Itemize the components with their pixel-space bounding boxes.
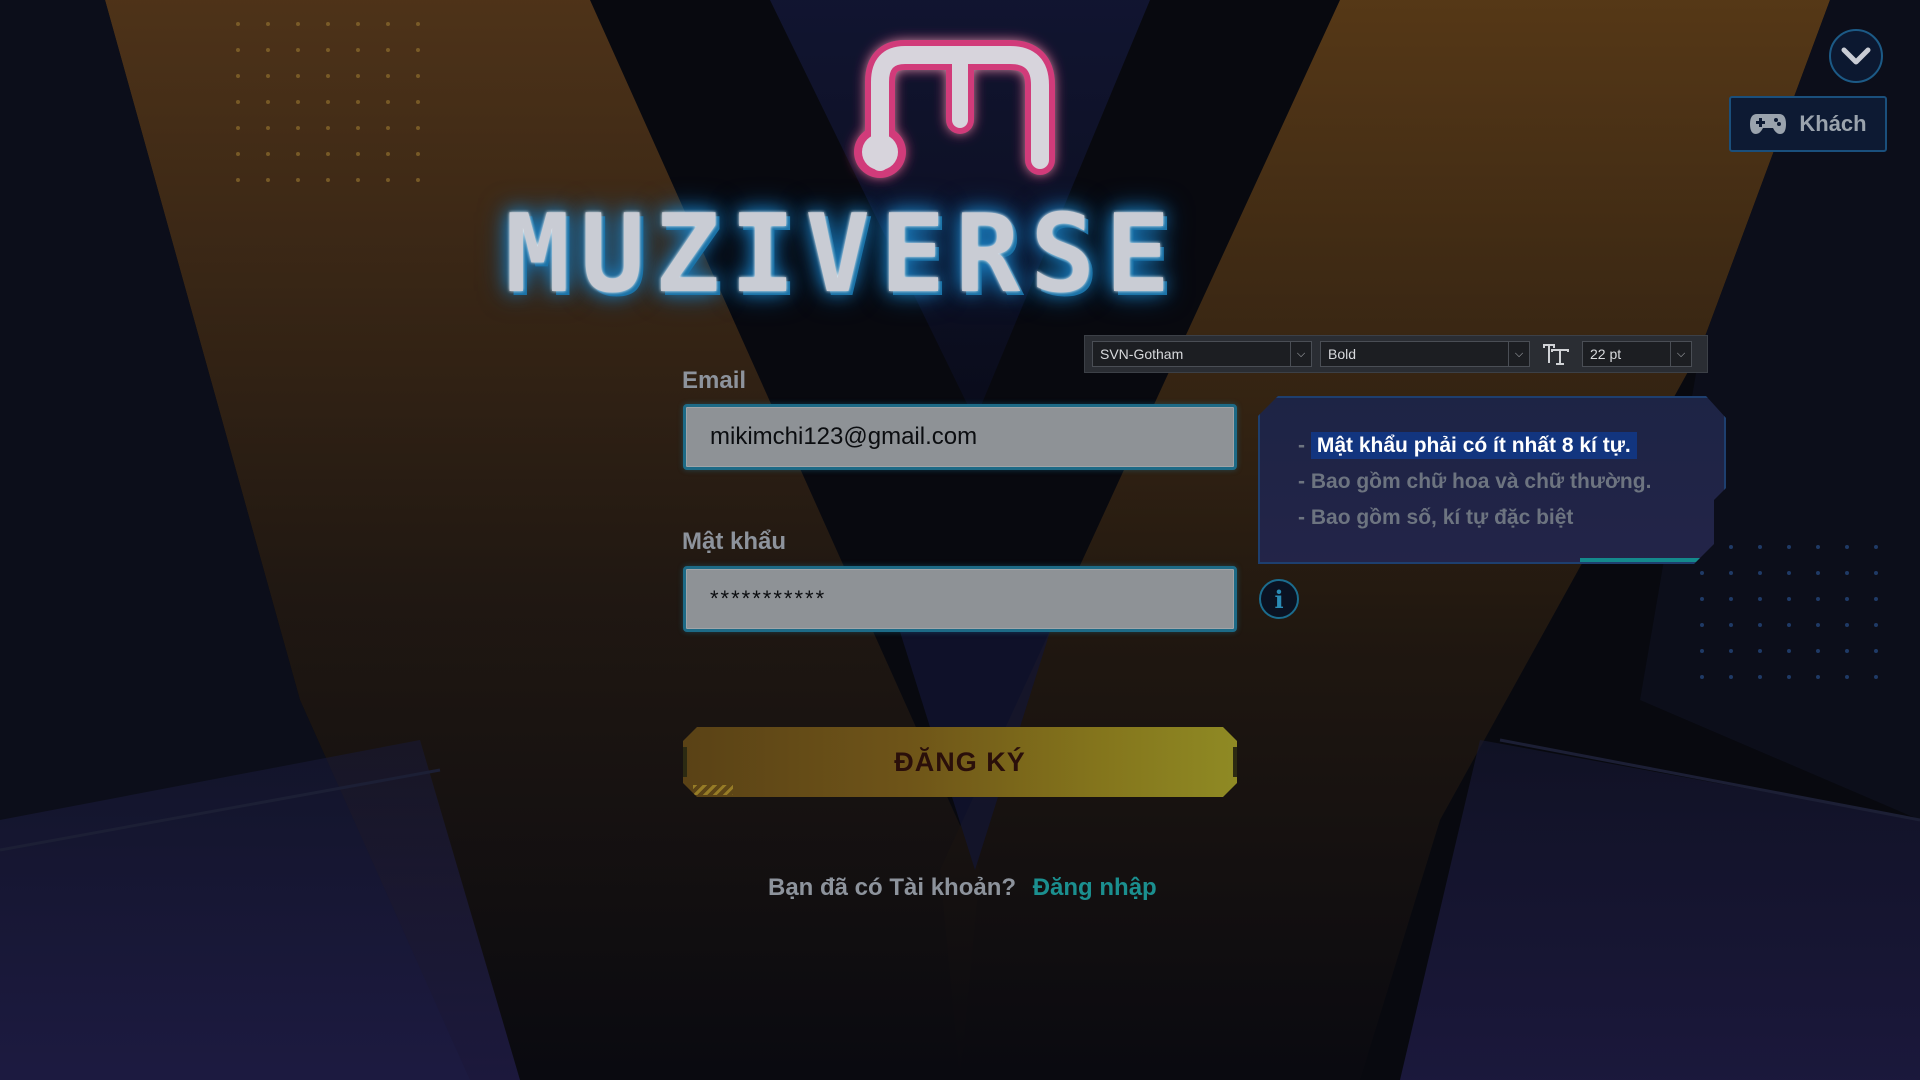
password-field[interactable]: *********** (683, 566, 1237, 632)
guest-label: Khách (1799, 111, 1867, 136)
chevron-down-icon: ⌵ (1290, 342, 1311, 366)
font-size-value: 22 pt (1590, 346, 1622, 362)
rule-bullet: - (1298, 434, 1305, 457)
text-size-icon (1538, 342, 1574, 366)
password-label: Mật khẩu (682, 528, 787, 555)
font-style-dropdown[interactable]: Bold ⌵ (1320, 341, 1530, 367)
text-size-glyph (1543, 344, 1569, 365)
rule-bullet: - (1298, 470, 1305, 493)
password-rule: - Bao gồm số, kí tự đặc biệt (1298, 500, 1651, 536)
email-label: Email (682, 367, 747, 394)
rule-text: Mật khẩu phải có ít nhất 8 kí tự. (1311, 432, 1637, 459)
font-style-value: Bold (1328, 346, 1357, 362)
password-hint-tooltip: - Mật khẩu phải có ít nhất 8 kí tự. - Ba… (1258, 396, 1726, 564)
login-prompt: Bạn đã có Tài khoản? Đăng nhập (768, 874, 1157, 902)
rule-bullet: - (1298, 506, 1305, 529)
chevron-down-icon (1841, 47, 1871, 65)
rule-text: Bao gồm chữ hoa và chữ thường. (1310, 470, 1652, 493)
chevron-down-icon: ⌵ (1508, 342, 1529, 366)
register-button-label: ĐĂNG KÝ (894, 746, 1026, 777)
decorative-dot-grid (1700, 545, 1903, 701)
password-rule: - Mật khẩu phải có ít nhất 8 kí tự. (1298, 428, 1651, 464)
font-toolbar: SVN-Gotham ⌵ Bold ⌵ 22 pt ⌵ (1084, 335, 1708, 373)
login-link[interactable]: Đăng nhập (1033, 874, 1157, 901)
register-button[interactable]: ĐĂNG KÝ (683, 727, 1237, 797)
font-size-dropdown[interactable]: 22 pt ⌵ (1582, 341, 1692, 367)
font-family-value: SVN-Gotham (1100, 346, 1184, 362)
font-family-dropdown[interactable]: SVN-Gotham ⌵ (1092, 341, 1312, 367)
app-wordmark: MUZIVERSE (505, 192, 1181, 317)
collapse-button[interactable] (1829, 29, 1883, 83)
guest-button[interactable]: Khách (1729, 96, 1887, 152)
info-button[interactable]: i (1259, 579, 1299, 619)
rule-text: Bao gồm số, kí tự đặc biệt (1310, 506, 1574, 529)
login-question: Bạn đã có Tài khoản? (768, 874, 1017, 901)
info-icon: i (1274, 584, 1284, 614)
password-rules-list: - Mật khẩu phải có ít nhất 8 kí tự. - Ba… (1298, 428, 1651, 536)
tooltip-accent-bar (1580, 558, 1710, 562)
password-rule: - Bao gồm chữ hoa và chữ thường. (1298, 464, 1651, 500)
gamepad-icon (1750, 114, 1787, 134)
email-field[interactable]: mikimchi123@gmail.com (683, 404, 1237, 470)
button-stripe-decoration (693, 785, 733, 795)
chevron-down-icon: ⌵ (1670, 342, 1691, 366)
